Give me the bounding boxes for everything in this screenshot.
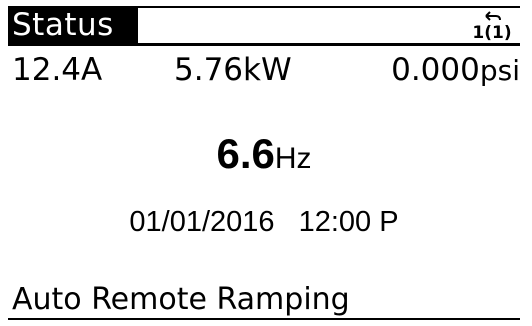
- power-readout: 5.76kW: [174, 52, 292, 88]
- pressure-unit: psi: [479, 54, 520, 87]
- lcp-display: Status 1(1) 12.4A 5.76kW 0.000psi 6.6Hz …: [8, 6, 520, 320]
- current-readout: 12.4A: [12, 52, 103, 88]
- time: 12:00 P: [298, 206, 399, 238]
- frequency-unit: Hz: [274, 142, 312, 175]
- menu-number: 1(1): [472, 23, 512, 43]
- back-arrow-icon: [485, 11, 501, 21]
- date: 01/01/2016: [129, 206, 275, 238]
- pressure-readout: 0.000psi: [391, 50, 520, 91]
- frequency-value: 6.6: [216, 130, 275, 177]
- menu-indicator: 1(1): [466, 10, 518, 42]
- pressure-value: 0.000: [391, 52, 480, 88]
- status-bar: Status 1(1): [8, 8, 520, 46]
- frequency-readout: 6.6Hz: [8, 130, 520, 178]
- operating-status: Auto Remote Ramping: [12, 282, 350, 317]
- date-time: 01/01/2016 12:00 P: [8, 206, 520, 239]
- status-title: Status: [8, 8, 138, 43]
- readout-line: 12.4A 5.76kW 0.000psi: [8, 50, 520, 90]
